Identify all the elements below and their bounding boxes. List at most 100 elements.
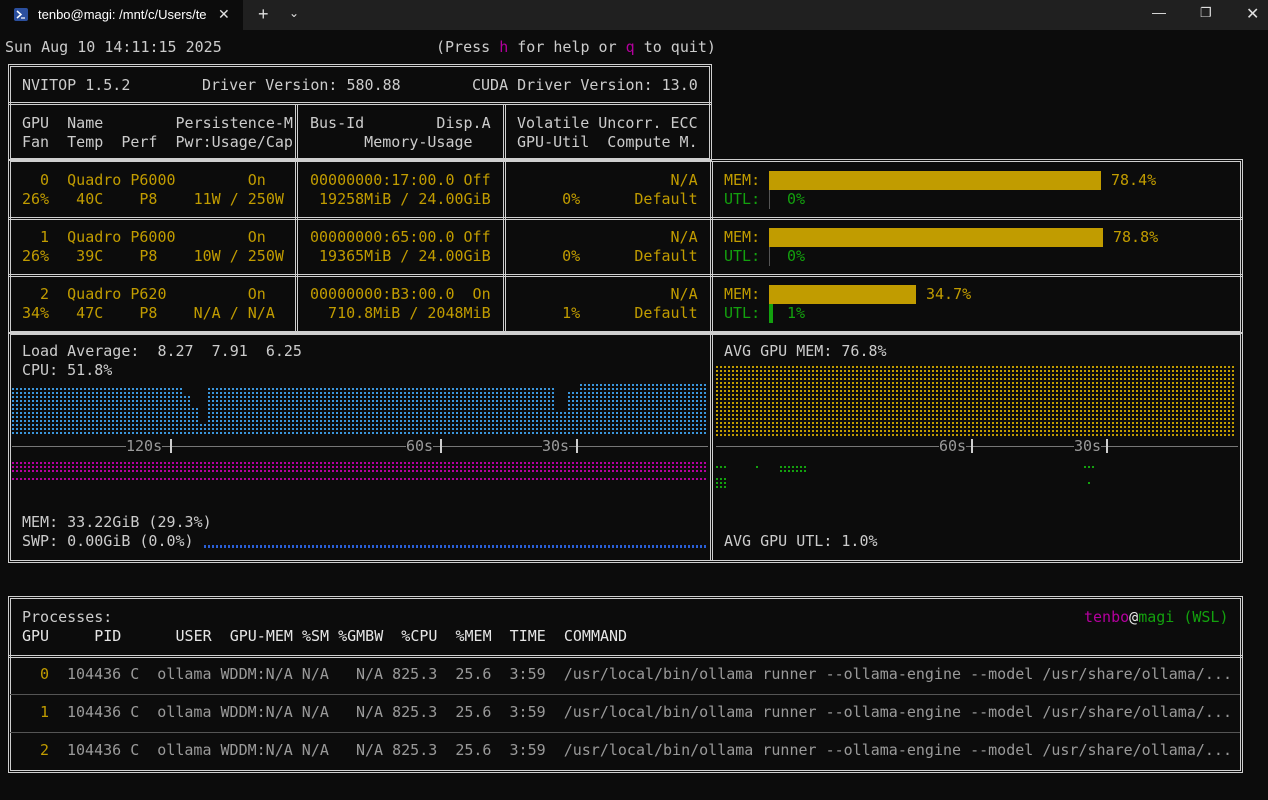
mem-bar xyxy=(769,171,1101,190)
tick xyxy=(971,439,973,453)
mem-percent: 34.7% xyxy=(926,285,972,303)
divider xyxy=(710,161,713,332)
powershell-icon xyxy=(14,8,28,21)
close-window-button[interactable]: ✕ xyxy=(1246,4,1259,24)
gpu-stats: 26% 39C P8 10W / 250W xyxy=(22,247,284,265)
utl-bar xyxy=(769,247,770,266)
col-header: Volatile Uncorr. ECC xyxy=(517,114,698,132)
mem-bar xyxy=(769,228,1103,247)
swap-history-graph xyxy=(204,545,706,548)
gpu-ecc: N/A xyxy=(517,285,698,303)
gpu-ecc: N/A xyxy=(517,228,698,246)
utl-percent: 0% xyxy=(787,247,806,265)
mem-label: MEM: xyxy=(724,171,761,189)
gpu-name: 2 Quadro P620 On xyxy=(22,285,266,303)
col-header: Memory-Usage xyxy=(310,133,473,151)
nvitop-version: NVITOP 1.5.2 xyxy=(22,76,131,94)
divider xyxy=(8,274,1243,277)
divider xyxy=(10,694,1240,695)
divider xyxy=(8,655,1243,658)
time-label: 60s xyxy=(406,437,434,456)
new-tab-button[interactable]: + xyxy=(258,4,269,25)
host-swap: SWP: 0.00GiB (0.0%) xyxy=(22,532,194,550)
col-header: Bus-Id Disp.A xyxy=(310,114,491,132)
maximize-button[interactable]: ❐ xyxy=(1200,5,1212,21)
utl-bar xyxy=(769,304,773,323)
quit-key: q xyxy=(625,38,635,56)
gpu-ecc: N/A xyxy=(517,171,698,189)
utl-label: UTL: xyxy=(724,190,761,208)
help-hint: (Press h for help or q to quit) xyxy=(436,38,716,56)
gpu-util-history-graph xyxy=(716,460,1236,488)
process-gpu: 1 xyxy=(40,703,50,721)
utl-percent: 1% xyxy=(787,304,806,322)
time-axis xyxy=(716,446,1238,447)
tick xyxy=(170,439,172,453)
col-header: Fan Temp Perf Pwr:Usage/Cap xyxy=(22,133,293,151)
gpu-stats: 34% 47C P8 N/A / N/A xyxy=(22,304,275,322)
gpu-stats: 26% 40C P8 11W / 250W xyxy=(22,190,284,208)
mem-label: MEM: xyxy=(724,285,761,303)
gpu-name: 1 Quadro P6000 On xyxy=(22,228,266,246)
divider xyxy=(710,334,713,561)
tab-title: tenbo@magi: /mnt/c/Users/te xyxy=(38,7,207,22)
utl-label: UTL: xyxy=(724,304,761,322)
divider xyxy=(295,104,298,161)
mem-bar xyxy=(769,285,916,304)
process-gpu: 2 xyxy=(40,741,50,759)
gpu-util: 0% Default xyxy=(517,247,698,265)
memory-history-graph xyxy=(12,460,706,480)
gpu-memory-usage: 19258MiB / 24.00GiB xyxy=(310,190,491,208)
process-info: 104436 C ollama WDDM:N/A N/A N/A 825.3 2… xyxy=(67,703,1232,721)
process-gpu: 0 xyxy=(40,665,50,683)
avg-gpu-mem: AVG GPU MEM: 76.8% xyxy=(724,342,887,360)
gpu-bus-id: 00000000:17:00.0 Off xyxy=(310,171,491,189)
utl-percent: 0% xyxy=(787,190,806,208)
driver-version: Driver Version: 580.88 xyxy=(202,76,401,94)
time-label: 120s xyxy=(126,437,163,456)
gpu-bus-id: 00000000:65:00.0 Off xyxy=(310,228,491,246)
gpu-name: 0 Quadro P6000 On xyxy=(22,171,266,189)
col-header: GPU-Util Compute M. xyxy=(517,133,698,151)
divider xyxy=(503,161,506,332)
cuda-version: CUDA Driver Version: 13.0 xyxy=(472,76,698,94)
tick xyxy=(1106,439,1108,453)
gpu-util: 0% Default xyxy=(517,190,698,208)
process-info: 104436 C ollama WDDM:N/A N/A N/A 825.3 2… xyxy=(67,665,1232,683)
terminal-tab[interactable]: tenbo@magi: /mnt/c/Users/te ✕ xyxy=(0,0,243,30)
tick xyxy=(576,439,578,453)
divider xyxy=(8,102,712,105)
close-tab-icon[interactable]: ✕ xyxy=(218,6,230,23)
utl-bar xyxy=(769,190,770,209)
load-average: Load Average: 8.27 7.91 6.25 xyxy=(22,342,302,360)
user-host: tenbo@magi (WSL) xyxy=(1084,608,1229,626)
process-info: 104436 C ollama WDDM:N/A N/A N/A 825.3 2… xyxy=(67,741,1232,759)
col-header: GPU Name Persistence-M xyxy=(22,114,293,132)
time-label: 60s xyxy=(939,437,967,456)
cpu-percent: CPU: 51.8% xyxy=(22,361,113,379)
cpu-history-graph xyxy=(12,382,706,434)
gpu-memory-usage: 19365MiB / 24.00GiB xyxy=(310,247,491,265)
help-key: h xyxy=(499,38,509,56)
tick xyxy=(440,439,442,453)
minimize-button[interactable]: — xyxy=(1152,4,1166,20)
utl-label: UTL: xyxy=(724,247,761,265)
host-memory: MEM: 33.22GiB (29.3%) xyxy=(22,513,212,531)
datetime: Sun Aug 10 14:11:15 2025 xyxy=(5,38,222,56)
chevron-down-icon[interactable]: ⌄ xyxy=(289,6,299,20)
mem-label: MEM: xyxy=(724,228,761,246)
processes-title: Processes: xyxy=(22,608,113,626)
gpu-memory-usage: 710.8MiB / 2048MiB xyxy=(310,304,491,322)
time-label: 30s xyxy=(1074,437,1102,456)
gpu-bus-id: 00000000:B3:00.0 On xyxy=(310,285,491,303)
mem-percent: 78.8% xyxy=(1113,228,1159,246)
time-label: 30s xyxy=(542,437,570,456)
mem-percent: 78.4% xyxy=(1111,171,1157,189)
title-bar: tenbo@magi: /mnt/c/Users/te ✕ + ⌄ — ❐ ✕ xyxy=(0,0,1268,30)
processes-header: GPU PID USER GPU-MEM %SM %GMBW %CPU %MEM… xyxy=(22,627,628,645)
divider xyxy=(8,217,1243,220)
time-axis xyxy=(12,446,708,447)
divider xyxy=(295,161,298,332)
avg-gpu-util: AVG GPU UTL: 1.0% xyxy=(724,532,878,550)
gpu-util: 1% Default xyxy=(517,304,698,322)
